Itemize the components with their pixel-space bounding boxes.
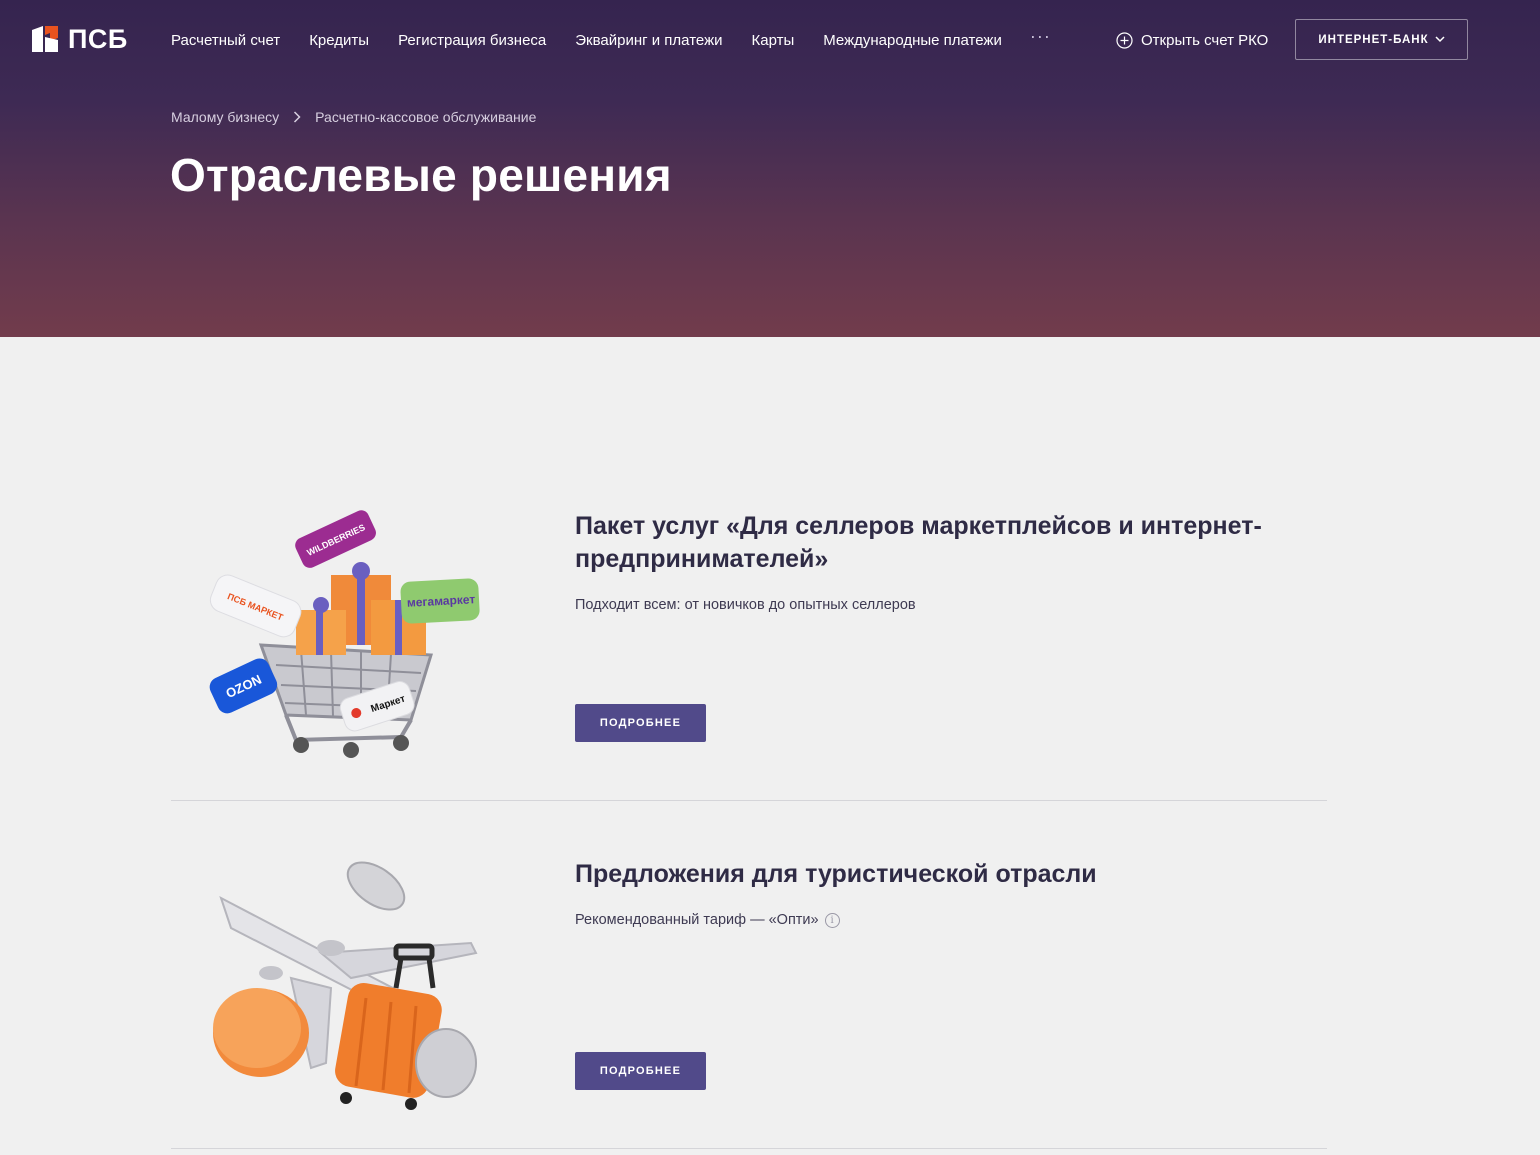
nav-item-business-registration[interactable]: Регистрация бизнеса: [398, 32, 546, 49]
more-button[interactable]: ПОДРОБНЕЕ: [575, 704, 706, 742]
logo-text: ПСБ: [68, 23, 128, 54]
nav-item-acquiring[interactable]: Эквайринг и платежи: [575, 32, 722, 49]
shopping-cart-illustration: WILDBERRIES ПСБ МАРКЕТ мегамаркет OZON М…: [209, 510, 480, 758]
card-description-text: Рекомендованный тариф — «Опти»: [575, 912, 819, 928]
card-divider: [171, 1148, 1327, 1149]
info-icon[interactable]: i: [824, 912, 840, 928]
offer-card-sellers: WILDBERRIES ПСБ МАРКЕТ мегамаркет OZON М…: [171, 485, 1327, 800]
airplane-suitcase-illustration: [213, 861, 478, 1110]
chevron-down-icon: [1435, 36, 1445, 43]
psb-logo-icon: [32, 26, 58, 52]
card-description: Рекомендованный тариф — «Опти» i: [575, 912, 840, 928]
card-title: Предложения для туристической отрасли: [575, 860, 1097, 888]
nav-item-credits[interactable]: Кредиты: [309, 32, 369, 49]
nav-more-icon[interactable]: ···: [1030, 27, 1051, 45]
more-button[interactable]: ПОДРОБНЕЕ: [575, 1052, 706, 1090]
chevron-right-icon: [294, 111, 301, 123]
hero-banner: ПСБ Расчетный счет Кредиты Регистрация б…: [0, 0, 1540, 337]
breadcrumb-small-business[interactable]: Малому бизнесу: [171, 109, 279, 125]
main-nav: Расчетный счет Кредиты Регистрация бизне…: [171, 27, 1051, 52]
nav-item-cards[interactable]: Карты: [751, 32, 794, 49]
nav-item-international-payments[interactable]: Международные платежи: [823, 32, 1002, 49]
internet-bank-button[interactable]: ИНТЕРНЕТ-БАНК: [1295, 19, 1468, 60]
nav-item-settlement-account[interactable]: Расчетный счет: [171, 32, 280, 49]
breadcrumb: Малому бизнесу Расчетно-кассовое обслужи…: [171, 107, 536, 127]
card-description: Подходит всем: от новичков до опытных се…: [575, 597, 916, 613]
page-title: Отраслевые решения: [170, 149, 672, 201]
psb-logo[interactable]: ПСБ: [30, 22, 128, 56]
offer-card-tourism: Предложения для туристической отрасли Ре…: [171, 800, 1327, 1149]
plus-circle-icon: [1116, 31, 1133, 49]
open-account-link[interactable]: Открыть счет РКО: [1116, 29, 1268, 51]
open-account-label: Открыть счет РКО: [1141, 31, 1269, 49]
internet-bank-label: ИНТЕРНЕТ-БАНК: [1318, 33, 1429, 46]
breadcrumb-rko[interactable]: Расчетно-кассовое обслуживание: [315, 109, 536, 125]
card-title: Пакет услуг «Для селлеров маркетплейсов …: [575, 512, 1262, 573]
